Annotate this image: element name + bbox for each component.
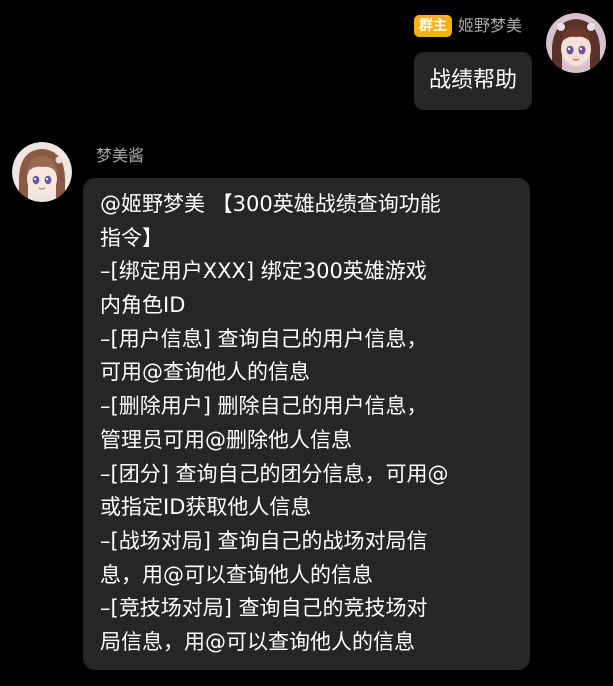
incoming-message-bubble[interactable]: @姬野梦美 【300英雄战绩查询功能 指令】 –[绑定用户XXX] 绑定300英… xyxy=(83,178,530,670)
outgoing-sender-meta: 群主 姬野梦美 xyxy=(413,14,522,38)
outgoing-sender-name[interactable]: 姬野梦美 xyxy=(458,15,522,37)
message-line: @姬野梦美 【300英雄战绩查询功能 xyxy=(100,192,441,216)
sender-avatar-icon[interactable] xyxy=(546,13,606,73)
message-line: 或指定ID获取他人信息 xyxy=(100,495,312,520)
group-owner-badge: 群主 xyxy=(413,15,452,37)
bot-avatar-icon[interactable] xyxy=(12,142,72,202)
message-line: –[绑定用户XXX] 绑定300英雄游戏 xyxy=(100,259,427,284)
message-line: 内角色ID xyxy=(100,293,186,318)
message-line: –[战场对局] 查询自己的战场对局信 xyxy=(100,528,428,553)
bot-sender-name[interactable]: 梦美酱 xyxy=(96,145,144,167)
message-line: 可用@查询他人的信息 xyxy=(100,360,310,385)
message-line: –[用户信息] 查询自己的用户信息， xyxy=(100,326,428,351)
message-line: 指令】 xyxy=(100,225,163,250)
outgoing-message-bubble[interactable]: 战绩帮助 xyxy=(413,52,532,110)
message-line: 息，用@可以查询他人的信息 xyxy=(100,562,373,587)
message-line: 管理员可用@删除他人信息 xyxy=(100,427,352,452)
outgoing-message: 群主 姬野梦美 战绩帮助 xyxy=(0,0,613,120)
message-line: –[竞技场对局] 查询自己的竞技场对 xyxy=(100,596,428,621)
message-line: 局信息，用@可以查询他人的信息 xyxy=(100,629,415,654)
message-line: –[删除用户] 删除自己的用户信息， xyxy=(100,394,428,419)
message-line: –[团分] 查询自己的团分信息，可用@ xyxy=(100,461,449,486)
